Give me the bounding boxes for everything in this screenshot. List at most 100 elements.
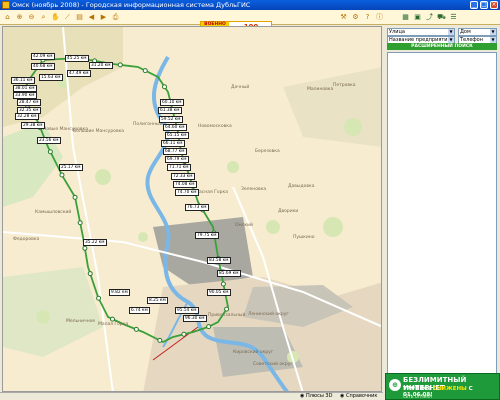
title-bar: Омск (ноябрь 2008) - Городская информаци…: [0, 0, 500, 10]
maximize-button[interactable]: □: [480, 1, 488, 9]
app-icon: [2, 1, 10, 9]
ad-line3: СЕТЬ ОПТИКА: [403, 394, 432, 399]
place-label: Федоровка: [13, 237, 40, 242]
place-label: Березовка: [255, 149, 280, 154]
advertisement-banner[interactable]: ⊕ БЕЗЛИМИТНЫЙ ИНТЕРНЕТ ТАРИФЫ СНИЖЕНЫ С …: [385, 373, 500, 400]
info-icon[interactable]: ⓘ: [374, 12, 385, 23]
route-vertex[interactable]: [220, 281, 226, 287]
ruler-icon[interactable]: ⟋: [62, 12, 73, 23]
route-vertex[interactable]: [161, 84, 167, 90]
place-label: Полигонный: [133, 122, 163, 127]
results-list[interactable]: [387, 52, 497, 396]
place-label: Давыдовка: [288, 184, 315, 189]
toolbar: ⌂ ⊕ ⊖ ⌕ ✋ ⟋ ▤ ◀ ▶ ⎙ ВОЕННО ДЛЯ ПРАЗДНИКА…: [0, 10, 500, 42]
status-bar: ◉ Плюсы 3D ◉ Справочник: [0, 392, 383, 400]
place-label: Ленинский округ: [248, 312, 289, 317]
map-view-icon[interactable]: ▣: [412, 12, 423, 23]
directory-link[interactable]: ◉ Справочник: [340, 393, 377, 400]
print-icon[interactable]: ⎙: [110, 12, 121, 23]
place-label: Привокзальный: [208, 313, 246, 318]
hand-icon[interactable]: ✋: [50, 12, 61, 23]
provider-logo: ⊕: [389, 379, 401, 391]
route-vertex[interactable]: [224, 306, 230, 312]
place-label: Пушкино: [293, 235, 315, 240]
search-panel: Улица ▼ Дом ▼ Название предприятия ▼ Телефо…: [385, 26, 500, 400]
route-distance-label: 35.22 км: [83, 239, 107, 246]
route-distance-label: 9.82 км: [109, 289, 130, 296]
route-distance-label: 64.60 км: [163, 124, 187, 131]
route-vertex[interactable]: [206, 324, 212, 330]
route-distance-label: 83.58 км: [207, 257, 231, 264]
route-distance-label: 66.11 км: [161, 140, 185, 147]
route-vertex[interactable]: [82, 245, 88, 251]
zoom-in-icon[interactable]: ⊕: [14, 12, 25, 23]
place-label: Зеленовка: [241, 187, 267, 192]
route-vertex[interactable]: [77, 220, 83, 226]
route-distance-label: 33.90 км: [13, 92, 37, 99]
route-distance-label: 76.73 км: [185, 204, 209, 211]
chevron-down-icon[interactable]: ▼: [490, 29, 496, 35]
route-vertex[interactable]: [72, 194, 78, 200]
route-vertex[interactable]: [133, 326, 139, 332]
route-vertex[interactable]: [181, 331, 187, 337]
place-label: Кировский округ: [233, 350, 274, 355]
extended-search-button[interactable]: РАСШИРЕННЫЙ ПОИСК: [387, 43, 497, 50]
route-distance-label: 69.79 км: [165, 156, 189, 163]
route-vertex[interactable]: [96, 295, 102, 301]
route-distance-label: 79.75 км: [195, 232, 219, 239]
place-label: Советский округ: [253, 362, 293, 367]
place-label: Новомосковка: [198, 124, 232, 129]
list-icon[interactable]: ☰: [448, 12, 459, 23]
buildings-icon[interactable]: ▦: [400, 12, 411, 23]
route-distance-label: 25.17 км: [59, 164, 83, 171]
route-vertex[interactable]: [157, 337, 163, 343]
plus3d-link[interactable]: ◉ Плюсы 3D: [300, 393, 332, 400]
route-distance-label: 72.33 км: [171, 173, 195, 180]
forward-icon[interactable]: ▶: [98, 12, 109, 23]
help-icon[interactable]: ?: [362, 12, 373, 23]
route-distance-label: 60.10 км: [160, 99, 184, 106]
place-label: Камышловский: [35, 210, 72, 215]
route-distance-label: 85.69 км: [217, 270, 241, 277]
route-distance-label: 28.47 км: [17, 99, 41, 106]
route-icon[interactable]: ⤴: [424, 12, 435, 23]
settings-icon[interactable]: ⚙: [350, 12, 361, 23]
layers-icon[interactable]: ▤: [74, 12, 85, 23]
route-distance-label: 68.77 км: [163, 148, 187, 155]
place-label: Малая Горка: [98, 322, 129, 327]
search-icon[interactable]: ⌕: [38, 12, 49, 23]
route-distance-label: 45.25 км: [65, 55, 89, 62]
route-distance-label: 23.56 км: [37, 137, 61, 144]
minimize-button[interactable]: _: [470, 1, 478, 9]
place-label: Дачный: [231, 85, 250, 90]
route-vertex[interactable]: [47, 149, 53, 155]
chevron-down-icon[interactable]: ▼: [448, 29, 454, 35]
route-distance-label: 8.25 км: [147, 297, 168, 304]
house-select[interactable]: Дом ▼: [458, 28, 497, 36]
route-vertex[interactable]: [87, 271, 93, 277]
route-distance-label: 15.63 км: [39, 74, 63, 81]
window-title: Омск (ноябрь 2008) - Городская информаци…: [12, 1, 251, 9]
route-vertex[interactable]: [142, 68, 148, 74]
route-distance-label: 95.54 км: [175, 307, 199, 314]
zoom-out-icon[interactable]: ⊖: [26, 12, 37, 23]
route-distance-label: 40.68 км: [31, 63, 55, 70]
route-distance-label: 47.49 км: [67, 70, 91, 77]
route-vertex[interactable]: [59, 172, 65, 178]
transport-icon[interactable]: ⛟: [436, 12, 447, 23]
route-vertex[interactable]: [109, 316, 115, 322]
map-view[interactable]: Дачный Малиновка Петровка Полигонный Березов…: [2, 26, 382, 392]
street-select[interactable]: Улица ▼: [387, 28, 455, 36]
tools-icon[interactable]: ⚒: [338, 12, 349, 23]
route-distance-label: 90.05 км: [207, 289, 231, 296]
route-distance-label: 61.38 км: [158, 107, 182, 114]
home-icon[interactable]: ⌂: [2, 12, 13, 23]
route-distance-label: 74.70 км: [175, 189, 199, 196]
route-vertex[interactable]: [117, 62, 123, 68]
place-label: Петровка: [333, 83, 356, 88]
route-distance-label: 74.08 км: [173, 181, 197, 188]
route-distance-label: 96.30 км: [183, 315, 207, 322]
close-button[interactable]: ×: [490, 1, 498, 9]
route-distance-label: 36.11 км: [11, 77, 35, 84]
back-icon[interactable]: ◀: [86, 12, 97, 23]
